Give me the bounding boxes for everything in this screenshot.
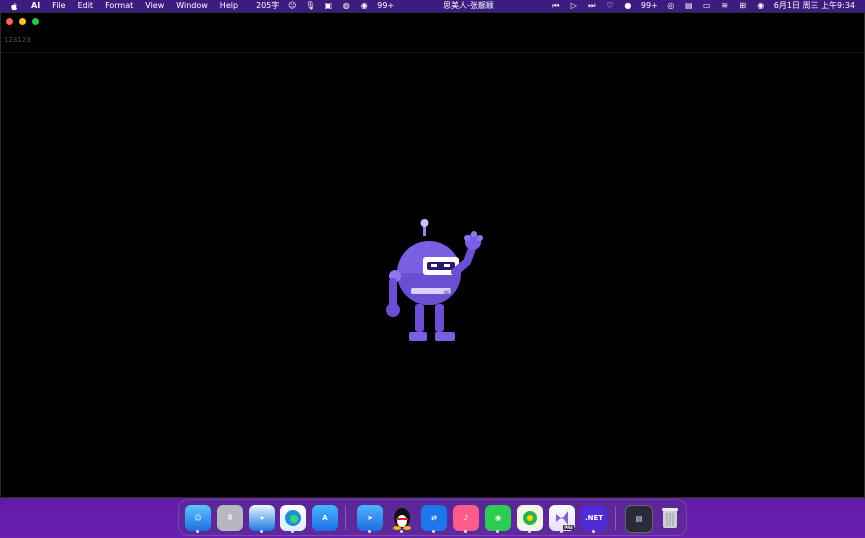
running-indicator [592, 530, 595, 533]
running-indicator [400, 530, 403, 533]
wifi-icon[interactable]: ≋ [720, 1, 730, 11]
dock-divider [615, 506, 616, 530]
dock: ☺ ⠿ ⌖ A ➤ ⇄ ♪ ◉ PRE .NET ▤ [178, 499, 687, 536]
menu-bar: AI File Edit Format View Window Help 205… [0, 0, 865, 12]
play-icon[interactable]: ▷ [569, 1, 579, 11]
finder-icon[interactable]: ☺ [185, 505, 211, 531]
launchpad-icon[interactable]: ⠿ [217, 505, 243, 531]
green-app-icon[interactable] [517, 505, 543, 531]
input-method-icon[interactable]: ▣ [323, 1, 333, 11]
now-playing-title[interactable]: 思美人-张靓颖 [443, 0, 494, 12]
emoji-icon[interactable]: ☺ [287, 1, 297, 11]
dotnet-icon-label: .NET [584, 514, 604, 522]
dotnet-bot-mascot: .NET [386, 219, 483, 341]
running-indicator [432, 530, 435, 533]
music-status-icon[interactable]: ◉ [359, 1, 369, 11]
document-text[interactable]: 123123 [4, 36, 31, 44]
running-indicator [196, 530, 199, 533]
next-track-icon[interactable]: ⏭ [587, 1, 597, 11]
svg-text:.NET: .NET [443, 290, 453, 295]
menu-window[interactable]: Window [176, 0, 208, 12]
preview-badge: PRE [563, 525, 574, 530]
apple-icon[interactable] [10, 2, 19, 11]
battery-icon[interactable]: ▭ [702, 1, 712, 11]
running-indicator [496, 530, 499, 533]
running-indicator [291, 530, 294, 533]
safari-icon[interactable]: ⌖ [249, 505, 275, 531]
qq-penguin-icon[interactable] [389, 505, 415, 531]
menu-edit[interactable]: Edit [78, 0, 94, 12]
clock[interactable]: 6月1日 周三 上午9:34 [774, 0, 855, 12]
visual-studio-preview-icon[interactable]: PRE [549, 505, 575, 531]
edge-icon[interactable] [280, 505, 306, 531]
wechat-status-icon[interactable]: ◍ [341, 1, 351, 11]
menu-format[interactable]: Format [105, 0, 133, 12]
menu-app-name[interactable]: AI [31, 0, 40, 12]
wechat-icon[interactable]: ◉ [485, 505, 511, 531]
teamviewer-icon[interactable]: ⇄ [421, 505, 447, 531]
record-icon[interactable]: ◎ [666, 1, 676, 11]
minimize-button[interactable] [19, 18, 26, 25]
notification-badge-left[interactable]: 99+ [377, 0, 394, 12]
running-indicator [560, 530, 563, 533]
running-indicator [260, 530, 263, 533]
heart-icon[interactable]: ♡ [605, 1, 615, 11]
siri-icon[interactable]: ◉ [756, 1, 766, 11]
notification-badge-right[interactable]: 99+ [641, 0, 658, 12]
music-app-icon[interactable]: ♪ [453, 505, 479, 531]
running-indicator [528, 530, 531, 533]
menu-help[interactable]: Help [220, 0, 238, 12]
menu-file[interactable]: File [52, 0, 65, 12]
zoom-button[interactable] [32, 18, 39, 25]
app-store-icon[interactable]: A [312, 505, 338, 531]
control-center-icon[interactable]: ⊞ [738, 1, 748, 11]
app-window: 123123 .NET [0, 12, 865, 498]
microphone-icon[interactable]: 🎙 [305, 1, 315, 11]
assistant-icon[interactable]: ● [623, 1, 633, 11]
clipboard-icon[interactable]: ▤ [684, 1, 694, 11]
previous-track-icon[interactable]: ⏮ [551, 1, 561, 11]
word-count-status[interactable]: 205字 [256, 0, 279, 12]
dock-divider [345, 506, 346, 530]
menu-view[interactable]: View [145, 0, 164, 12]
toolbar-divider [1, 52, 864, 53]
trash-icon[interactable] [657, 505, 683, 531]
running-indicator [464, 530, 467, 533]
running-indicator [368, 530, 371, 533]
feishu-lark-icon[interactable]: ➤ [357, 505, 383, 531]
window-controls [6, 18, 39, 25]
dotnet-icon[interactable]: .NET [581, 505, 607, 531]
stack-folder-icon[interactable]: ▤ [625, 505, 653, 533]
close-button[interactable] [6, 18, 13, 25]
